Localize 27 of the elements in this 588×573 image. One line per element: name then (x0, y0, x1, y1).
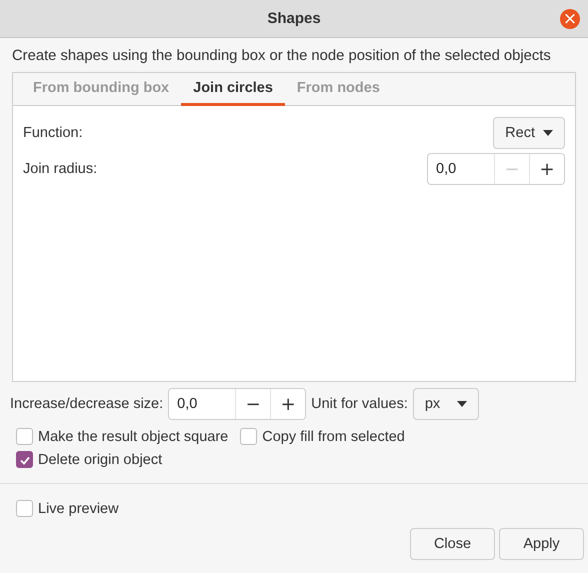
field-label: Increase/decrease size: (10, 396, 164, 412)
checkbox[interactable] (16, 451, 33, 468)
close-button[interactable]: × (560, 9, 580, 29)
checkbox-label: Make the result object square (38, 428, 228, 444)
window-title: Shapes (267, 10, 321, 27)
checkbox-label: Delete origin object (38, 452, 162, 468)
field-label: Join radius: (23, 161, 98, 177)
spin-field[interactable]: 0,0 − + (168, 388, 306, 420)
checkbox[interactable] (16, 500, 33, 517)
dialog-button[interactable]: Close (410, 528, 495, 560)
field-label: Unit for values: (311, 396, 408, 412)
increment-button[interactable]: + (270, 389, 306, 419)
checkbox-label: Live preview (38, 500, 119, 516)
tab[interactable]: Join circles (181, 73, 285, 106)
unit-dropdown[interactable]: px (412, 388, 479, 420)
dialog-button[interactable]: Apply (499, 528, 584, 560)
increment-button[interactable]: + (529, 154, 564, 184)
value-text: 0,0 (176, 395, 198, 414)
function-dropdown[interactable]: Rect (493, 117, 565, 149)
value-text: 0,0 (435, 160, 458, 179)
caret-icon (456, 401, 467, 407)
field-label: Function: (23, 125, 83, 141)
checkbox[interactable] (240, 428, 258, 445)
checkbox-label: Copy fill from selected (262, 428, 405, 444)
caret-icon (543, 130, 553, 136)
checkbox[interactable] (16, 428, 33, 445)
description-text: Create shapes using the bounding box or the node position of the selected objects (12, 48, 552, 64)
